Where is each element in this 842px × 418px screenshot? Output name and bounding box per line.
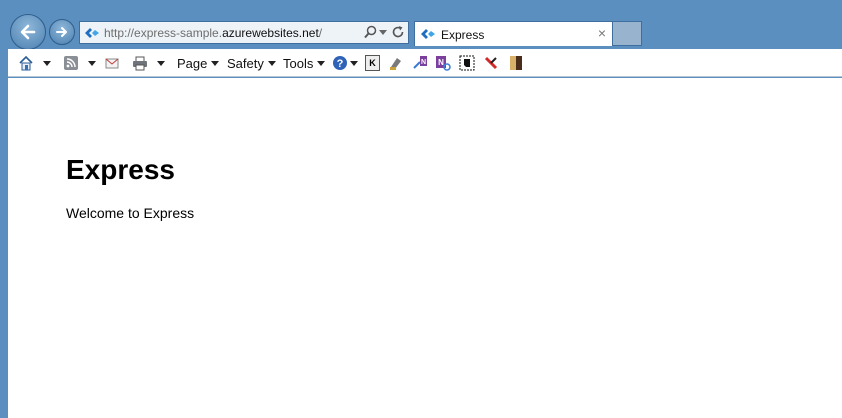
site-favicon-icon: [85, 28, 99, 38]
search-icon[interactable]: [364, 25, 377, 39]
safety-menu[interactable]: Safety: [227, 49, 276, 77]
help-icon: ?: [333, 56, 347, 70]
addon-k-button[interactable]: K: [365, 49, 380, 77]
bookmark-icon: [510, 56, 522, 70]
search-dropdown-icon[interactable]: [379, 29, 387, 35]
svg-text:N: N: [421, 59, 426, 66]
tools-menu[interactable]: Tools: [283, 49, 326, 77]
acrobat-button[interactable]: [483, 49, 499, 77]
back-arrow-icon: [20, 24, 36, 40]
evernote-clip-button[interactable]: [459, 49, 475, 77]
onenote-icon: N: [436, 56, 451, 71]
home-button[interactable]: [18, 49, 51, 77]
page-menu[interactable]: Page: [177, 49, 220, 77]
page-menu-label: Page: [177, 55, 208, 71]
address-bar[interactable]: http://express-sample.azurewebsites.net/: [79, 21, 409, 44]
forward-button[interactable]: [49, 19, 75, 45]
home-dropdown-icon[interactable]: [43, 60, 51, 66]
addon-bookmark-button[interactable]: [508, 49, 524, 77]
browser-title-bar: http://express-sample.azurewebsites.net/…: [0, 0, 842, 50]
stamp-icon: [390, 58, 401, 70]
rss-feed-icon: [64, 56, 78, 70]
mail-icon: [105, 58, 119, 69]
home-icon: [19, 55, 33, 71]
tab-title: Express: [441, 28, 485, 42]
tools-menu-label: Tools: [283, 55, 314, 71]
tools-dropdown-icon: [317, 60, 326, 66]
command-bar: Page Safety Tools ? K N N: [8, 49, 842, 77]
acrobat-icon: [484, 56, 498, 70]
onenote-send-button[interactable]: N: [412, 49, 428, 77]
printer-icon: [133, 56, 147, 71]
feeds-dropdown-icon[interactable]: [88, 60, 96, 66]
svg-text:?: ?: [337, 58, 344, 70]
safety-menu-label: Safety: [227, 55, 264, 71]
tab-express[interactable]: Express ×: [414, 21, 613, 46]
address-url[interactable]: http://express-sample.azurewebsites.net/: [104, 26, 322, 40]
page-welcome-text: Welcome to Express: [66, 205, 195, 221]
feeds-button[interactable]: [63, 49, 96, 77]
evernote-icon: [459, 55, 475, 71]
close-tab-icon[interactable]: ×: [598, 25, 606, 41]
forward-arrow-icon: [56, 27, 67, 37]
addon-stamp-button[interactable]: [388, 49, 404, 77]
print-dropdown-icon[interactable]: [157, 60, 165, 66]
safety-dropdown-icon: [267, 60, 276, 66]
addon-k-icon: K: [365, 55, 380, 71]
page-dropdown-icon: [211, 60, 220, 66]
page-content: Express Welcome to Express: [8, 78, 842, 418]
tab-favicon-icon: [421, 29, 435, 39]
new-tab-button[interactable]: [613, 21, 642, 46]
svg-text:N: N: [438, 58, 444, 67]
back-button[interactable]: [10, 14, 46, 50]
read-mail-button[interactable]: [104, 49, 120, 77]
help-dropdown-icon[interactable]: [350, 60, 358, 66]
help-button[interactable]: ?: [332, 49, 358, 77]
print-button[interactable]: [132, 49, 165, 77]
onenote-arrow-icon: N: [413, 56, 427, 69]
refresh-icon[interactable]: [391, 25, 405, 39]
onenote-linked-button[interactable]: N: [435, 49, 451, 77]
page-heading: Express: [66, 154, 175, 185]
